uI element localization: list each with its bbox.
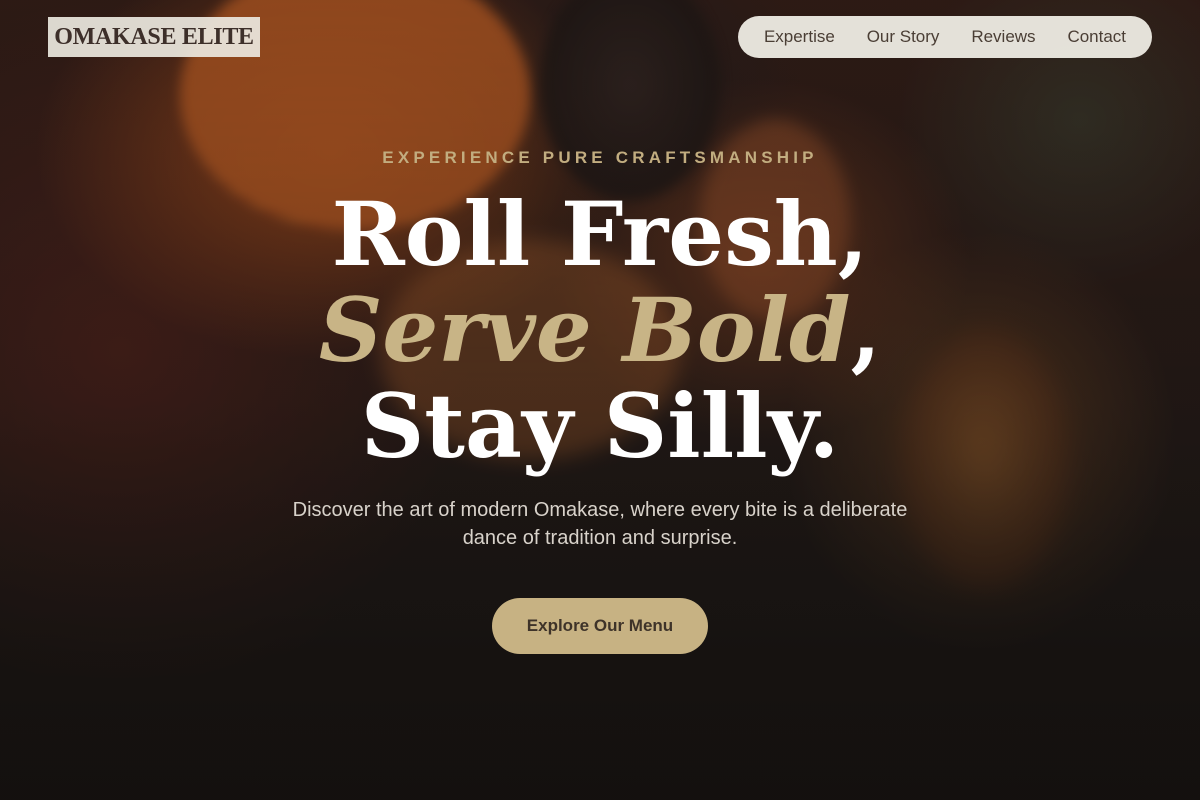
nav-item-reviews[interactable]: Reviews bbox=[971, 27, 1035, 47]
hero-section: EXPERIENCE PURE CRAFTSMANSHIP Roll Fresh… bbox=[0, 148, 1200, 654]
headline-line-1: Roll Fresh, bbox=[331, 182, 869, 286]
headline-comma: , bbox=[850, 278, 882, 382]
headline-line-3: Stay Silly. bbox=[360, 374, 840, 478]
site-logo[interactable]: OMAKASE ELITE bbox=[48, 17, 260, 57]
nav-item-our-story[interactable]: Our Story bbox=[867, 27, 940, 47]
hero-subtitle: Discover the art of modern Omakase, wher… bbox=[292, 499, 908, 549]
nav-item-contact[interactable]: Contact bbox=[1067, 27, 1126, 47]
headline-line-2: Serve Bold, bbox=[0, 282, 1200, 378]
explore-menu-button[interactable]: Explore Our Menu bbox=[492, 598, 708, 654]
nav-item-expertise[interactable]: Expertise bbox=[764, 27, 835, 47]
hero-headline: Roll Fresh, Serve Bold, Stay Silly. bbox=[0, 186, 1200, 474]
main-nav: Expertise Our Story Reviews Contact bbox=[738, 16, 1152, 58]
hero-eyebrow: EXPERIENCE PURE CRAFTSMANSHIP bbox=[382, 148, 818, 167]
headline-accent: Serve Bold bbox=[318, 278, 851, 382]
